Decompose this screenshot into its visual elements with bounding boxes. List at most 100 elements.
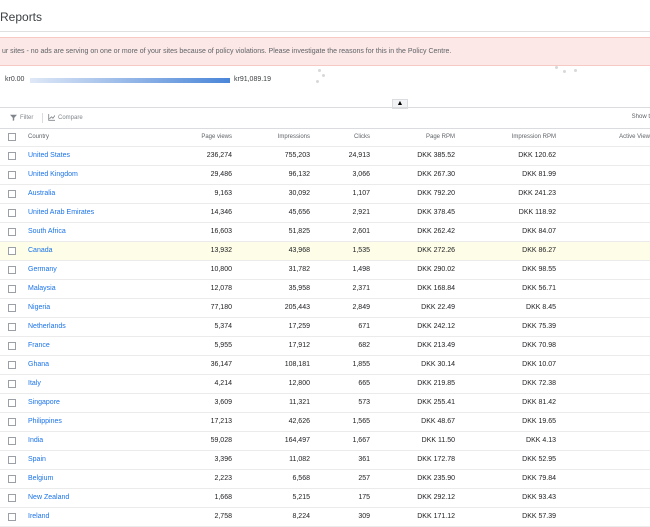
page-rpm-value: DKK 792.20 — [417, 190, 455, 197]
map-region — [574, 69, 577, 72]
country-link[interactable]: Germany — [28, 261, 57, 279]
row-checkbox[interactable] — [8, 304, 16, 312]
map-region — [318, 69, 321, 72]
map-region — [555, 66, 558, 69]
table-row[interactable]: Belgium 2,223 6,568 257 DKK 235.90 DKK 79.84 — [0, 470, 650, 489]
row-checkbox[interactable] — [8, 152, 16, 160]
country-link[interactable]: Canada — [28, 242, 53, 260]
table-row[interactable]: Australia 9,163 30,092 1,107 DKK 792.20 DKK 2… — [0, 185, 650, 204]
country-link[interactable]: Belgium — [28, 470, 53, 488]
clicks-value: 2,601 — [352, 228, 370, 235]
row-checkbox[interactable] — [8, 456, 16, 464]
country-link[interactable]: Philippines — [28, 413, 62, 431]
row-checkbox[interactable] — [8, 342, 16, 350]
table-row[interactable]: France 5,955 17,912 682 DKK 213.49 DKK 70.98 — [0, 337, 650, 356]
column-header-country[interactable]: Country — [28, 129, 49, 146]
table-row[interactable]: Malaysia 12,078 35,958 2,371 DKK 168.84 DKK 5… — [0, 280, 650, 299]
row-checkbox[interactable] — [8, 190, 16, 198]
table-row[interactable]: United States 236,274 755,203 24,913 DKK 385… — [0, 147, 650, 166]
table-row[interactable]: Italy 4,214 12,800 665 DKK 219.85 DKK 72.38 — [0, 375, 650, 394]
table-row[interactable]: United Arab Emirates 14,346 45,656 2,921 DKK… — [0, 204, 650, 223]
row-checkbox[interactable] — [8, 418, 16, 426]
country-link[interactable]: United Arab Emirates — [28, 204, 94, 222]
column-header-active-view[interactable]: Active View — [619, 129, 650, 146]
row-checkbox[interactable] — [8, 361, 16, 369]
table-row[interactable]: Canada 13,932 43,968 1,535 DKK 272.26 DKK 86.… — [0, 242, 650, 261]
impression-rpm-value: DKK 86.27 — [522, 247, 556, 254]
row-checkbox[interactable] — [8, 228, 16, 236]
column-header-clicks[interactable]: Clicks — [354, 129, 370, 146]
country-link[interactable]: Nigeria — [28, 299, 50, 317]
row-checkbox[interactable] — [8, 247, 16, 255]
row-checkbox[interactable] — [8, 399, 16, 407]
row-checkbox[interactable] — [8, 285, 16, 293]
impressions-value: 51,825 — [288, 228, 310, 235]
clicks-value: 1,107 — [352, 190, 370, 197]
column-header-page-rpm[interactable]: Page RPM — [426, 129, 455, 146]
table-row[interactable]: New Zealand 1,668 5,215 175 DKK 292.12 DKK 93… — [0, 489, 650, 508]
country-link[interactable]: Malaysia — [28, 280, 56, 298]
impressions-value: 755,203 — [284, 152, 310, 159]
country-link[interactable]: France — [28, 337, 50, 355]
country-link[interactable]: Australia — [28, 185, 55, 203]
row-checkbox[interactable] — [8, 494, 16, 502]
table-row[interactable]: Germany 10,800 31,782 1,498 DKK 290.02 DKK 98… — [0, 261, 650, 280]
impressions-value: 11,082 — [289, 456, 310, 463]
table-row[interactable]: India 59,028 164,497 1,667 DKK 11.50 DKK 4.13 — [0, 432, 650, 451]
show-toggle[interactable]: Show t — [632, 114, 650, 120]
country-link[interactable]: Netherlands — [28, 318, 66, 336]
column-header-impressions[interactable]: Impressions — [278, 129, 310, 146]
country-link[interactable]: South Africa — [28, 223, 66, 241]
country-link[interactable]: Ghana — [28, 356, 49, 374]
country-link[interactable]: United States — [28, 147, 70, 165]
compare-button[interactable]: Compare — [48, 114, 83, 121]
clicks-value: 1,535 — [352, 247, 370, 254]
impression-rpm-value: DKK 84.07 — [522, 228, 556, 235]
filter-button[interactable]: Filter — [10, 114, 33, 121]
table-row[interactable]: Netherlands 5,374 17,259 671 DKK 242.12 DKK 7… — [0, 318, 650, 337]
page-rpm-value: DKK 267.30 — [417, 171, 455, 178]
country-link[interactable]: Ireland — [28, 508, 49, 526]
impressions-value: 17,259 — [288, 323, 310, 330]
table-row[interactable]: South Africa 16,603 51,825 2,601 DKK 262.42 D… — [0, 223, 650, 242]
country-link[interactable]: New Zealand — [28, 489, 69, 507]
page-rpm-value: DKK 272.26 — [417, 247, 455, 254]
country-link[interactable]: Spain — [28, 451, 46, 469]
map-region — [563, 70, 566, 73]
table-row[interactable]: Nigeria 77,180 205,443 2,849 DKK 22.49 DKK 8.… — [0, 299, 650, 318]
clicks-value: 2,371 — [352, 285, 370, 292]
clicks-value: 682 — [358, 342, 370, 349]
table-row[interactable]: Ghana 36,147 108,181 1,855 DKK 30.14 DKK 10.0… — [0, 356, 650, 375]
table-row[interactable]: United Kingdom 29,486 96,132 3,066 DKK 267.3… — [0, 166, 650, 185]
country-link[interactable]: Italy — [28, 375, 41, 393]
row-checkbox[interactable] — [8, 266, 16, 274]
row-checkbox[interactable] — [8, 380, 16, 388]
table-row[interactable]: Philippines 17,213 42,626 1,565 DKK 48.67 DKK… — [0, 413, 650, 432]
clicks-value: 665 — [358, 380, 370, 387]
page-views-value: 5,374 — [214, 323, 232, 330]
row-checkbox[interactable] — [8, 475, 16, 483]
filter-icon — [10, 114, 17, 121]
table-row[interactable]: Spain 3,396 11,082 361 DKK 172.78 DKK 52.95 — [0, 451, 650, 470]
table-row[interactable]: Ireland 2,758 8,224 309 DKK 171.12 DKK 57.39 — [0, 508, 650, 527]
country-link[interactable]: United Kingdom — [28, 166, 78, 184]
page-views-value: 3,396 — [214, 456, 232, 463]
country-link[interactable]: Singapore — [28, 394, 60, 412]
row-checkbox[interactable] — [8, 209, 16, 217]
row-checkbox[interactable] — [8, 323, 16, 331]
impression-rpm-value: DKK 79.84 — [522, 475, 556, 482]
country-link[interactable]: India — [28, 432, 43, 450]
map-legend-max: kr91,089.19 — [234, 76, 271, 83]
table-row[interactable]: Singapore 3,609 11,321 573 DKK 255.41 DKK 81.… — [0, 394, 650, 413]
row-checkbox[interactable] — [8, 171, 16, 179]
impressions-value: 108,181 — [284, 361, 310, 368]
row-checkbox[interactable] — [8, 437, 16, 445]
select-all-checkbox[interactable] — [8, 133, 16, 141]
page-views-value: 59,028 — [210, 437, 232, 444]
column-header-page-views[interactable]: Page views — [201, 129, 232, 146]
page-views-value: 9,163 — [214, 190, 232, 197]
page-views-value: 14,346 — [210, 209, 232, 216]
column-header-impression-rpm[interactable]: Impression RPM — [512, 129, 556, 146]
page-views-value: 5,955 — [214, 342, 232, 349]
row-checkbox[interactable] — [8, 513, 16, 521]
